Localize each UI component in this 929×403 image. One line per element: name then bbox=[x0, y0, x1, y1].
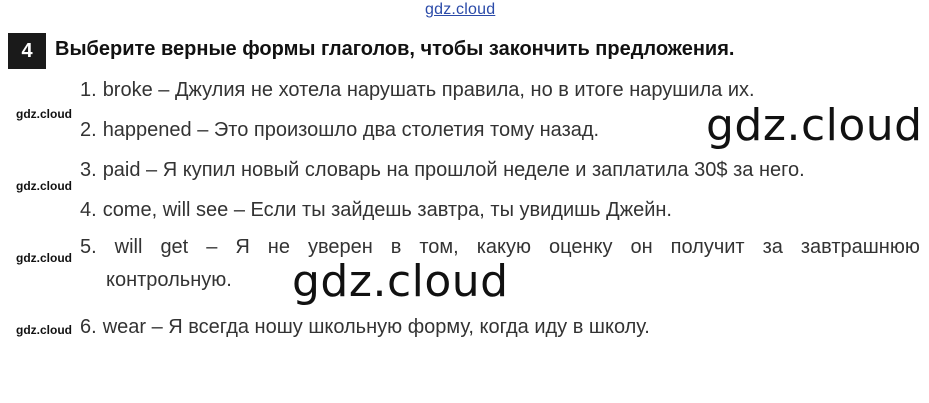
watermark-top: gdz.cloud bbox=[425, 1, 496, 18]
item-word: will bbox=[114, 236, 143, 258]
answer-item-3: 3. paid – Я купил новый словарь на прошло… bbox=[80, 159, 805, 182]
item-text: happened – Это произошло два столетия то… bbox=[102, 119, 600, 141]
item-word: – bbox=[206, 236, 218, 258]
item-text: paid – Я купил новый словарь на прошлой … bbox=[102, 159, 805, 181]
task-number-badge: 4 bbox=[8, 33, 46, 69]
item-number: 6. bbox=[80, 316, 97, 338]
item-word: Я bbox=[235, 236, 250, 258]
item-word: за bbox=[762, 236, 783, 258]
item-number: 1. bbox=[80, 79, 97, 101]
item-text: wear – Я всегда ношу школьную форму, ког… bbox=[102, 316, 650, 338]
item-number: 4. bbox=[80, 199, 97, 221]
task-title: Выберите верные формы глаголов, чтобы за… bbox=[55, 38, 735, 60]
item-text: come, will see – Если ты зайдешь завтра,… bbox=[102, 199, 672, 221]
item-word: не bbox=[267, 236, 290, 258]
answer-item-2: 2. happened – Это произошло два столетия … bbox=[80, 119, 599, 142]
watermark-side: gdz.cloud bbox=[16, 107, 72, 121]
item-number: 2. bbox=[80, 119, 97, 141]
answer-item-1: 1. broke – Джулия не хотела нарушать прав… bbox=[80, 79, 755, 102]
item-number: 3. bbox=[80, 159, 97, 181]
item-5-line-2: контрольную. bbox=[106, 269, 232, 291]
item-word: оценку bbox=[549, 236, 613, 258]
item-number: 5. bbox=[80, 236, 97, 258]
watermark-side: gdz.cloud bbox=[16, 179, 72, 193]
answer-item-4: 4. come, will see – Если ты зайдешь завтр… bbox=[80, 199, 672, 222]
watermark-side: gdz.cloud bbox=[16, 323, 72, 337]
item-text: broke – Джулия не хотела нарушать правил… bbox=[102, 79, 755, 101]
watermark-big: gdz.cloud bbox=[706, 100, 923, 151]
watermark-side: gdz.cloud bbox=[16, 251, 72, 265]
item-word: получит bbox=[670, 236, 745, 258]
item-word: завтрашнюю bbox=[800, 236, 920, 258]
answer-item-6: 6. wear – Я всегда ношу школьную форму, к… bbox=[80, 316, 650, 339]
item-word: get bbox=[160, 236, 189, 258]
item-word: он bbox=[630, 236, 653, 258]
watermark-big: gdz.cloud bbox=[292, 256, 509, 307]
